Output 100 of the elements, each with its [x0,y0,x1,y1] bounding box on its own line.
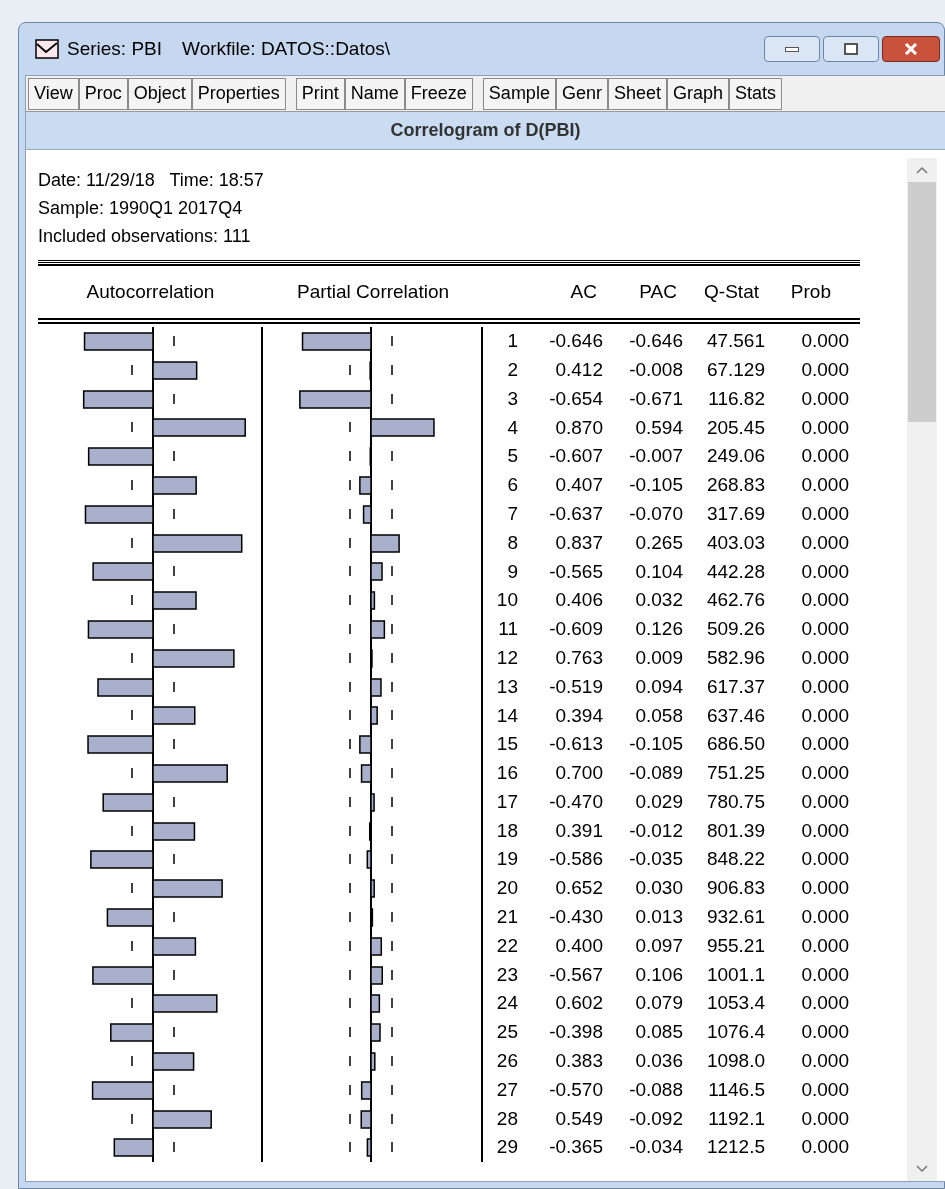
pac-cell-text: -0.035 [628,847,683,872]
q-stat-cell-text: 317.69 [705,501,765,526]
lag-cell-text: 7 [506,501,518,526]
partial-correlation-bar [370,965,383,985]
ac-cell-text: -0.565 [548,559,603,584]
header-line: Sample: 1990Q1 2017Q4 [38,197,244,220]
prob-cell-text: 0.000 [800,329,850,354]
prob-cell-text: 0.000 [800,732,850,757]
lag-cell-text: 20 [495,876,518,901]
pac-cell-text: 0.058 [634,703,683,728]
header-line: Included observations: 111 [38,225,252,248]
close-icon [904,43,918,55]
toolbar-button[interactable]: Print [295,77,345,110]
pac-cell-text: -0.105 [628,473,683,498]
toolbar-button[interactable]: Stats [729,77,783,110]
q-stat-cell-text: 751.25 [705,761,765,786]
prob-cell-text: 0.000 [800,1049,850,1074]
q-stat-cell-text: 403.03 [705,530,765,555]
q-stat-cell-text: 582.96 [705,645,765,670]
autocorrelation-bar [92,965,154,985]
q-stat-cell-text: 1098.0 [705,1049,765,1074]
header-line: Date: 11/29/18 Time: 18:57 [38,169,265,192]
lag-cell-text: 4 [506,415,518,440]
lag-cell-text: 26 [495,1049,518,1074]
lag-cell-text: 6 [506,473,518,498]
lag-cell-text: 2 [506,357,518,382]
ac-cell-text: 0.870 [554,415,603,440]
minimize-icon [785,46,799,52]
prob-cell-text: 0.000 [800,501,850,526]
q-stat-cell-text: 801.39 [705,818,765,843]
ac-cell-text: 0.406 [554,588,603,613]
ac-cell-text: 0.400 [554,933,603,958]
pac-cell-text: 0.009 [634,645,683,670]
close-button[interactable] [882,36,940,62]
q-stat-cell-text: 462.76 [705,588,765,613]
lag-cell-text: 11 [497,617,518,642]
prob-cell-text: 0.000 [800,444,850,469]
lag-cell-text: 17 [495,789,518,814]
toolbar-button[interactable]: View [28,77,79,110]
pac-cell-text: -0.671 [628,386,683,411]
prob-cell-text: 0.000 [800,905,850,930]
q-stat-cell-text: 906.83 [705,876,765,901]
graph-icon [35,39,59,59]
scroll-thumb[interactable] [908,182,936,422]
q-stat-cell-text: 617.37 [705,674,765,699]
lag-cell-text: 16 [495,761,518,786]
prob-cell-text: 0.000 [800,991,850,1016]
lag-cell-text: 10 [495,588,518,613]
pac-cell-text: 0.029 [634,789,683,814]
pac-cell-text: -0.012 [628,818,683,843]
window-title: Series: PBI [67,36,163,61]
ac-cell-text: 0.763 [554,645,603,670]
ac-cell-text: 0.407 [554,473,603,498]
scrollbar[interactable] [907,158,937,1181]
toolbar-button[interactable]: Sample [482,77,556,110]
pac-cell-text: -0.088 [628,1077,683,1102]
lag-cell-text: 22 [495,933,518,958]
lag-cell-text: 8 [506,530,518,555]
lag-cell-text: 1 [506,329,518,354]
view-title: Correlogram of D(PBI) [26,112,945,150]
toolbar-button[interactable]: Genr [555,77,608,110]
ac-cell-text: -0.613 [548,732,603,757]
prob-cell-text: 0.000 [800,674,850,699]
q-stat-cell-text: 116.82 [707,386,765,411]
column-header: AC [569,279,598,304]
prob-cell-text: 0.000 [800,789,850,814]
ac-cell-text: 0.391 [554,818,603,843]
workfile-title: Workfile: DATOS::Datos\ [182,36,391,61]
toolbar-button[interactable]: Properties [191,77,286,110]
lag-cell-text: 29 [495,1135,518,1160]
ac-cell-text: -0.430 [548,905,603,930]
q-stat-cell-text: 268.83 [705,473,765,498]
pac-cell-text: -0.070 [628,501,683,526]
q-stat-cell-text: 442.28 [705,559,765,584]
minimize-button[interactable] [764,36,820,62]
q-stat-cell-text: 1001.1 [705,962,765,987]
lag-cell-text: 14 [495,703,518,728]
partial-correlation-bar [370,533,400,553]
q-stat-cell-text: 686.50 [705,732,765,757]
partial-correlation-bar [369,821,372,841]
q-stat-cell-text: 637.46 [705,703,765,728]
toolbar-button[interactable]: Name [344,77,405,110]
pac-cell-text: 0.030 [634,876,683,901]
pac-cell-text: 0.265 [634,530,683,555]
prob-cell-text: 0.000 [800,818,850,843]
maximize-icon [844,43,858,55]
toolbar-button[interactable]: Sheet [607,77,667,110]
column-header: Autocorrelation [85,279,216,304]
lag-cell-text: 23 [495,962,518,987]
maximize-button[interactable] [823,36,879,62]
toolbar-button[interactable]: Graph [666,77,729,110]
q-stat-cell-text: 780.75 [705,789,765,814]
prob-cell-text: 0.000 [800,415,850,440]
toolbar-button[interactable]: Freeze [404,77,473,110]
prob-cell-text: 0.000 [800,876,850,901]
lag-cell-text: 24 [495,991,518,1016]
toolbar-button[interactable]: Object [127,77,192,110]
prob-cell-text: 0.000 [800,559,850,584]
q-stat-cell-text: 249.06 [705,444,765,469]
toolbar-button[interactable]: Proc [78,77,128,110]
